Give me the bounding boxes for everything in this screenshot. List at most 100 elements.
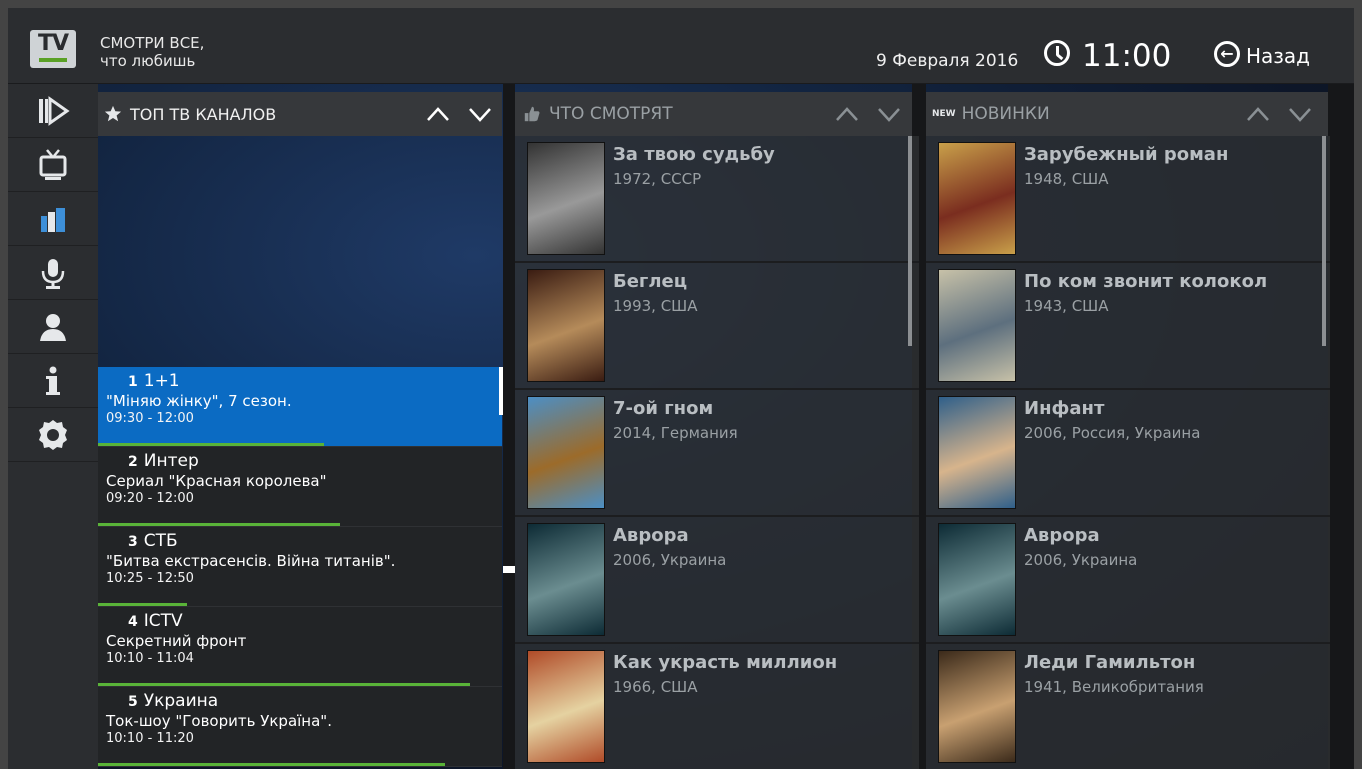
sidebar-item-settings[interactable] — [8, 408, 98, 462]
channel-name: 4 ICTV — [128, 611, 502, 632]
library-icon — [41, 207, 65, 232]
movie-item[interactable]: По ком звонит колокол 1943, США — [926, 263, 1330, 390]
movie-poster — [938, 650, 1016, 763]
movie-item[interactable]: 7-ой гном 2014, Германия — [515, 390, 919, 517]
channel-progress-bar — [98, 603, 187, 606]
back-button[interactable]: Назад — [1246, 44, 1310, 68]
tagline-line1: СМОТРИ ВСЕ, — [100, 34, 205, 52]
new-title: НОВИНКИ — [961, 104, 1050, 124]
movie-item[interactable]: Как украсть миллион 1966, США — [515, 644, 919, 769]
channel-name: 3 СТБ — [128, 531, 502, 552]
top-channels-title: ТОП ТВ КАНАЛОВ — [130, 104, 277, 124]
movie-title: 7-ой гном — [613, 398, 714, 419]
movie-item[interactable]: Аврора 2006, Украина — [926, 517, 1330, 644]
channel-progress-bar — [98, 763, 446, 766]
movie-meta: 1943, США — [1024, 297, 1109, 315]
thumbs-up-icon — [524, 106, 540, 122]
channel-hours: 10:25 - 12:50 — [106, 571, 194, 586]
channel-name: 2 Интер — [128, 451, 502, 472]
watching-up-button[interactable] — [833, 100, 861, 128]
channel-show: Сериал "Красная королева" — [106, 472, 327, 490]
movie-item[interactable]: Инфант 2006, Россия, Украина — [926, 390, 1330, 517]
channel-list: 1 1+1 "Міняю жінку", 7 сезон. 09:30 - 12:00… — [98, 367, 502, 769]
top-channels-down-button[interactable] — [466, 100, 494, 128]
tv-icon — [39, 148, 67, 180]
watching-title: ЧТО СМОТРЯТ — [549, 104, 673, 124]
watching-down-button[interactable] — [875, 100, 903, 128]
channel-title: Украина — [143, 691, 219, 711]
channel-row[interactable]: 5 Украина Ток-шоу "Говорить Україна". 10:10… — [98, 687, 502, 767]
movie-item[interactable]: Аврора 2006, Украина — [515, 517, 919, 644]
channel-number: 4 — [128, 614, 138, 630]
back-arrow-icon[interactable]: ← — [1214, 41, 1240, 67]
microphone-icon — [41, 258, 65, 289]
chevron-down-icon — [1289, 108, 1311, 122]
movie-title: Леди Гамильтон — [1024, 652, 1196, 673]
channel-progress-bar — [98, 523, 341, 526]
chevron-down-icon — [878, 108, 900, 122]
chevron-up-icon — [427, 107, 449, 121]
frame-right — [1354, 8, 1362, 769]
new-up-button[interactable] — [1244, 100, 1272, 128]
channel-row[interactable]: 2 Интер Сериал "Красная королева" 09:20 - 1… — [98, 447, 502, 527]
channel-name: 5 Украина — [128, 691, 502, 712]
channel-show: Ток-шоу "Говорить Україна". — [106, 712, 332, 730]
sidebar-item-info[interactable] — [8, 354, 98, 408]
sidebar-item-library[interactable] — [8, 192, 98, 246]
sidebar-item-play[interactable] — [8, 84, 98, 138]
movie-poster — [527, 396, 605, 509]
top-channels-up-button[interactable] — [424, 100, 452, 128]
chevron-down-icon — [469, 108, 491, 122]
movie-title: Как украсть миллион — [613, 652, 838, 673]
chevron-up-icon — [1247, 107, 1269, 121]
sidebar-item-profile[interactable] — [8, 300, 98, 354]
movie-poster — [527, 523, 605, 636]
watching-scrollbar[interactable] — [908, 136, 912, 346]
channel-title: 1+1 — [143, 371, 180, 391]
new-scrollbar[interactable] — [1322, 136, 1326, 346]
channel-number: 1 — [128, 374, 138, 390]
movie-title: Аврора — [613, 525, 689, 546]
channel-title: СТБ — [143, 531, 178, 551]
movie-meta: 2006, Украина — [1024, 551, 1138, 569]
time-label: 11:00 — [1082, 38, 1172, 74]
channel-row[interactable]: 4 ICTV Секретний фронт 10:10 - 11:04 — [98, 607, 502, 687]
movie-poster — [938, 396, 1016, 509]
channel-row[interactable]: 1 1+1 "Міняю жінку", 7 сезон. 09:30 - 12:00 — [98, 367, 502, 447]
movie-meta: 1972, СССР — [613, 170, 702, 188]
new-header: NEW НОВИНКИ — [926, 92, 1328, 136]
movie-poster — [527, 269, 605, 382]
channel-number: 2 — [128, 454, 138, 470]
channel-scrollbar[interactable] — [499, 367, 503, 415]
user-icon — [40, 313, 66, 341]
sidebar-item-voice[interactable] — [8, 246, 98, 300]
new-list: Зарубежный роман 1948, США По ком звонит к… — [926, 136, 1330, 769]
tagline-line2: что любишь — [100, 52, 196, 70]
movie-meta: 2006, Россия, Украина — [1024, 424, 1201, 442]
channel-row[interactable]: 3 СТБ "Битва екстрасенсів. Війна титанів".… — [98, 527, 502, 607]
sidebar-item-tv[interactable] — [8, 138, 98, 192]
frame-top — [0, 0, 1362, 8]
movie-meta: 1948, США — [1024, 170, 1109, 188]
movie-title: Беглец — [613, 271, 688, 292]
top-channels-header: ТОП ТВ КАНАЛОВ — [98, 92, 502, 136]
channel-progress-bar — [98, 683, 470, 686]
movie-poster — [938, 523, 1016, 636]
watching-header: ЧТО СМОТРЯТ — [515, 92, 912, 136]
movie-title: За твою судьбу — [613, 144, 775, 165]
movie-item[interactable]: За твою судьбу 1972, СССР — [515, 136, 919, 263]
scroll-marker — [503, 566, 515, 573]
channel-number: 5 — [128, 694, 138, 710]
new-down-button[interactable] — [1286, 100, 1314, 128]
channel-title: ICTV — [143, 611, 183, 631]
movie-item[interactable]: Беглец 1993, США — [515, 263, 919, 390]
movie-meta: 2014, Германия — [613, 424, 738, 442]
channel-show: "Битва екстрасенсів. Війна титанів". — [106, 552, 396, 570]
channel-show: "Міняю жінку", 7 сезон. — [106, 392, 292, 410]
frame-left — [0, 8, 8, 769]
movie-meta: 1941, Великобритания — [1024, 678, 1204, 696]
movie-item[interactable]: Зарубежный роман 1948, США — [926, 136, 1330, 263]
channel-progress-bar — [98, 443, 325, 446]
movie-item[interactable]: Леди Гамильтон 1941, Великобритания — [926, 644, 1330, 769]
tv-logo[interactable]: TV — [30, 30, 76, 68]
